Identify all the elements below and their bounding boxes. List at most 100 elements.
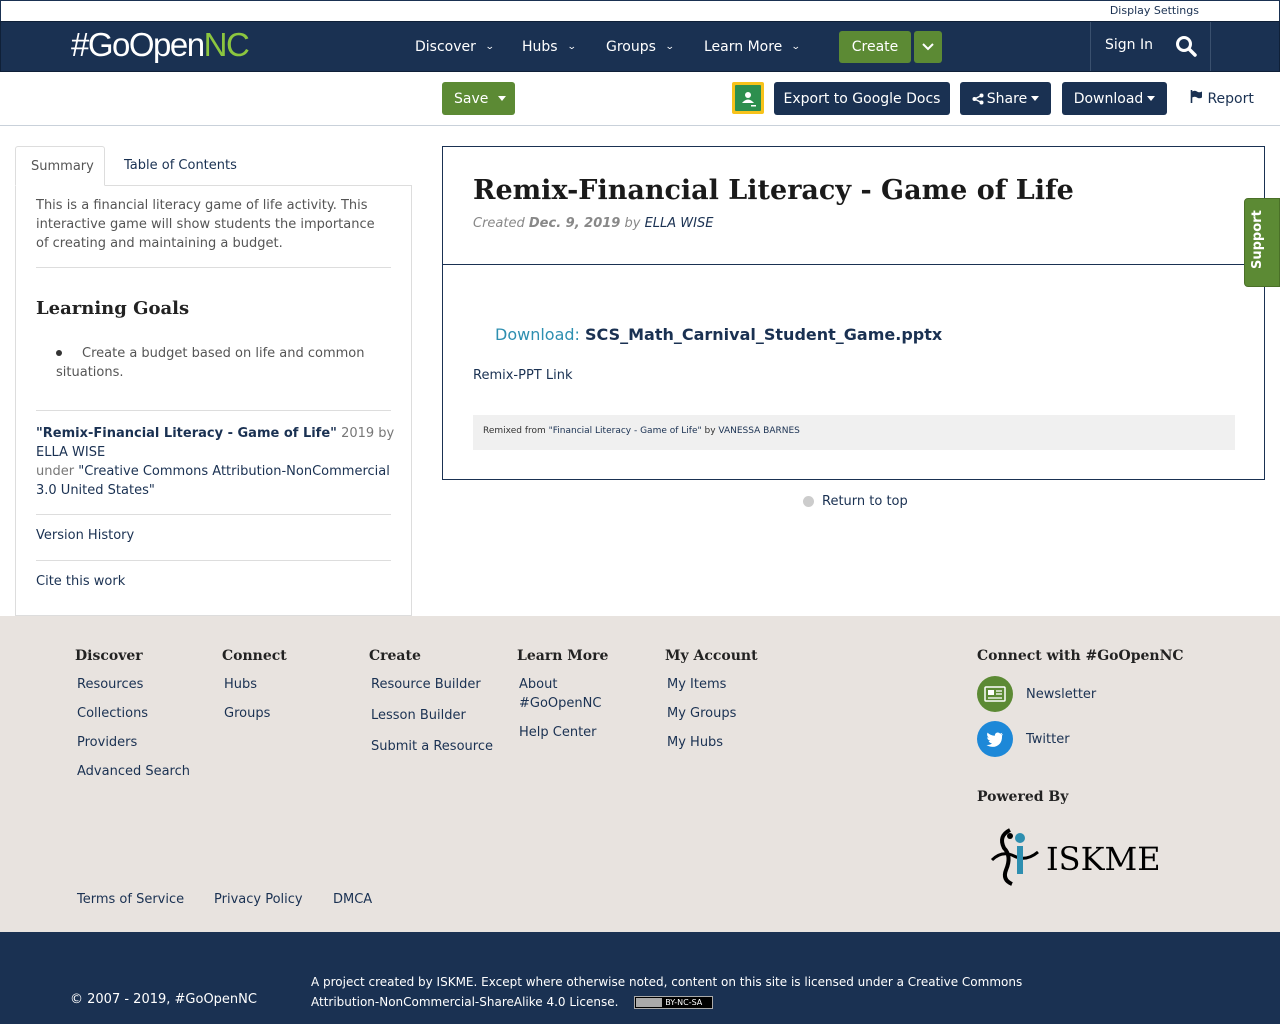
remixed-by-label: by	[701, 426, 719, 436]
nav-label: Groups	[606, 38, 656, 55]
return-to-top-label: Return to top	[822, 494, 908, 509]
footer-link-providers[interactable]: Providers	[77, 733, 190, 752]
site-header: #GoOpenNC Discover ⌄ Hubs ⌄ Groups ⌄ Learn …	[0, 21, 1280, 72]
divider	[36, 410, 391, 411]
cc-license-badge[interactable]: BY-NC-SA	[634, 996, 714, 1009]
remixed-from-link[interactable]: "Financial Literacy - Game of Life"	[549, 426, 702, 436]
footer-col-title: Learn More	[517, 648, 609, 664]
create-button[interactable]: Create	[839, 31, 911, 63]
chevron-down-icon: ⌄	[566, 41, 577, 52]
download-file-link[interactable]: Download: SCS_Math_Carnival_Student_Game…	[495, 325, 942, 344]
footer-col-title: Connect with #GoOpenNC	[977, 648, 1184, 664]
attribution-under: under	[36, 464, 79, 479]
search-icon[interactable]	[1175, 35, 1197, 61]
remixed-author-link[interactable]: VANESSA BARNES	[718, 426, 799, 436]
summary-panel: This is a financial literacy game of lif…	[15, 185, 412, 616]
license-link[interactable]: "Creative Commons Attribution-NonCommerc…	[36, 464, 390, 498]
footer-col-title: Discover	[75, 648, 143, 664]
nav-label: Discover	[415, 38, 476, 55]
site-footer: Discover Resources Collections Providers…	[0, 616, 1280, 932]
support-tab[interactable]: Support	[1244, 198, 1280, 287]
footer-link-about[interactable]: About #GoOpenNC	[519, 675, 627, 713]
footer-link-advanced-search[interactable]: Advanced Search	[77, 762, 190, 781]
footer-link-hubs[interactable]: Hubs	[224, 675, 287, 694]
remixed-from-label: Remixed from	[483, 426, 549, 436]
support-label: Support	[1250, 210, 1265, 269]
create-dropdown-button[interactable]	[914, 31, 942, 63]
license-notice: A project created by ISKME. Except where…	[311, 972, 1071, 1012]
nav-learn-more[interactable]: Learn More ⌄	[704, 22, 801, 71]
share-button[interactable]: Share	[960, 82, 1051, 115]
newsletter-link[interactable]: Newsletter	[977, 676, 1096, 712]
footer-link-help-center[interactable]: Help Center	[519, 723, 627, 742]
return-to-top-link[interactable]: Return to top	[803, 494, 908, 509]
by-label: by	[620, 216, 645, 231]
attribution: "Remix-Financial Literacy - Game of Life…	[36, 424, 396, 500]
version-history-link[interactable]: Version History	[36, 528, 134, 543]
footer-col-create: Create Resource Builder Lesson Builder S…	[369, 648, 493, 766]
resource-toolbar: Save Export to Google Docs Share Downloa…	[0, 72, 1280, 126]
tab-summary[interactable]: Summary	[15, 146, 105, 186]
footer-link-collections[interactable]: Collections	[77, 704, 190, 723]
report-label: Report	[1207, 91, 1254, 107]
newsletter-label: Newsletter	[1026, 686, 1097, 702]
tab-table-of-contents[interactable]: Table of Contents	[109, 146, 252, 186]
divider	[443, 264, 1264, 265]
chevron-down-icon	[922, 43, 934, 51]
twitter-link[interactable]: Twitter	[977, 721, 1070, 757]
bottom-bar: © 2007 - 2019, #GoOpenNC A project creat…	[0, 932, 1280, 1024]
share-label: Share	[986, 90, 1028, 107]
twitter-icon	[977, 721, 1013, 757]
utility-bar: Display Settings	[0, 0, 1280, 21]
remixed-from-note: Remixed from "Financial Literacy - Game …	[473, 415, 1235, 450]
learning-goal-text: Create a budget based on life and common…	[56, 346, 365, 380]
svg-text:ISKME: ISKME	[1046, 840, 1158, 878]
privacy-policy-link[interactable]: Privacy Policy	[214, 892, 303, 907]
report-link[interactable]: Report	[1190, 90, 1254, 107]
save-label: Save	[454, 90, 489, 107]
footer-col-social: Connect with #GoOpenNC	[977, 648, 1184, 675]
footer-col-learn-more: Learn More About #GoOpenNC Help Center	[517, 648, 627, 752]
footer-link-groups[interactable]: Groups	[224, 704, 287, 723]
footer-link-my-items[interactable]: My Items	[667, 675, 758, 694]
chevron-down-icon: ⌄	[484, 41, 495, 52]
resource-title: Remix-Financial Literacy - Game of Life	[473, 175, 1074, 206]
attribution-author-link[interactable]: ELLA WISE	[36, 445, 105, 460]
divider	[36, 560, 391, 561]
created-date: Dec. 9, 2019	[528, 216, 621, 231]
display-settings-link[interactable]: Display Settings	[1110, 4, 1199, 17]
divider	[36, 514, 391, 515]
cite-this-work-link[interactable]: Cite this work	[36, 574, 125, 589]
nav-hubs[interactable]: Hubs ⌄	[522, 22, 577, 71]
logo-accent-text: NC	[203, 26, 250, 63]
download-button[interactable]: Download	[1062, 82, 1167, 115]
cc-badge-label: BY-NC-SA	[665, 998, 703, 1007]
footer-link-resource-builder[interactable]: Resource Builder	[371, 675, 493, 694]
logo-text: #GoOpen	[71, 26, 205, 63]
google-classroom-icon[interactable]	[732, 82, 764, 114]
remix-ppt-link[interactable]: Remix-PPT Link	[473, 368, 572, 383]
footer-link-lesson-builder[interactable]: Lesson Builder	[371, 706, 493, 725]
attribution-title-link[interactable]: "Remix-Financial Literacy - Game of Life…	[36, 426, 337, 441]
export-google-docs-button[interactable]: Export to Google Docs	[774, 82, 950, 115]
footer-col-title: My Account	[665, 648, 758, 664]
terms-of-service-link[interactable]: Terms of Service	[77, 892, 184, 907]
sidebar-tabs: Summary Table of Contents	[15, 146, 412, 186]
footer-link-submit-resource[interactable]: Submit a Resource	[371, 737, 493, 756]
download-label: Download	[1073, 90, 1144, 107]
dmca-link[interactable]: DMCA	[333, 892, 372, 907]
nav-groups[interactable]: Groups ⌄	[606, 22, 675, 71]
site-logo[interactable]: #GoOpenNC	[71, 26, 250, 64]
iskme-logo[interactable]: ISKME	[988, 826, 1161, 892]
save-button[interactable]: Save	[442, 82, 515, 115]
sign-in-link[interactable]: Sign In	[1105, 37, 1153, 53]
footer-link-my-hubs[interactable]: My Hubs	[667, 733, 758, 752]
chevron-up-circle-icon	[803, 496, 814, 507]
footer-col-title: Create	[369, 648, 421, 664]
footer-link-my-groups[interactable]: My Groups	[667, 704, 758, 723]
nav-discover[interactable]: Discover ⌄	[415, 22, 495, 71]
author-link[interactable]: ELLA WISE	[645, 216, 714, 231]
learning-goals-title: Learning Goals	[36, 298, 190, 319]
created-label: Created	[473, 216, 529, 231]
footer-link-resources[interactable]: Resources	[77, 675, 190, 694]
